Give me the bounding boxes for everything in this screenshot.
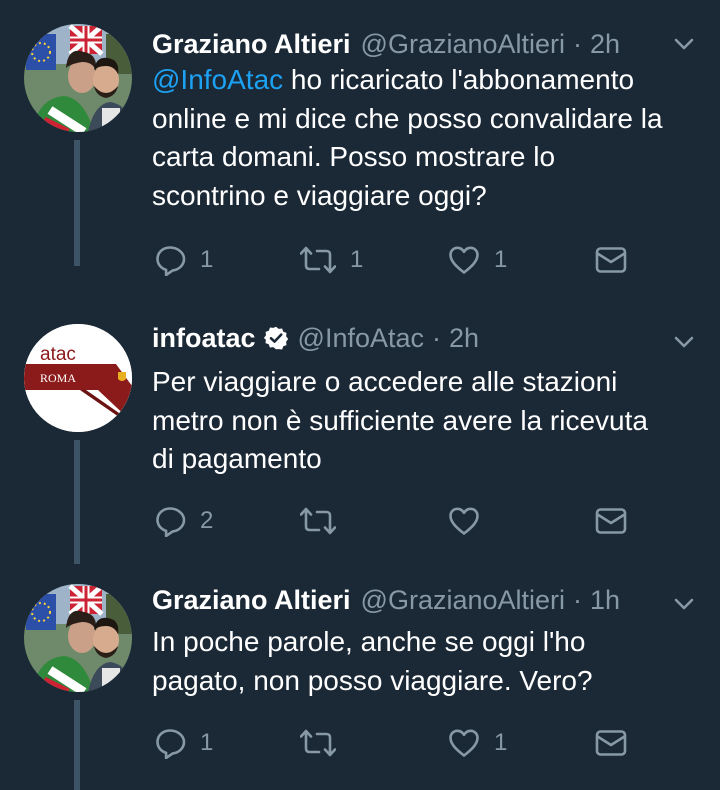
message-icon [595,729,627,757]
tweet-text-line: metro non è sufficiente avere la ricevut… [152,404,648,436]
timestamp[interactable]: 2h [449,323,479,354]
message-button[interactable] [595,725,627,761]
thread-line [74,140,80,266]
author-handle[interactable]: @InfoAtac [298,323,424,354]
message-icon [595,246,627,274]
avatar[interactable]: atac ROMA [24,324,132,432]
tweet-header: Graziano Altieri @GrazianoAltieri · 1h [152,580,620,620]
like-button[interactable]: 1 [448,242,507,278]
author-handle[interactable]: @GrazianoAltieri [361,29,565,60]
avatar-image [24,24,132,132]
chevron-down-icon[interactable] [672,330,696,354]
reply-button[interactable]: 1 [154,242,213,278]
thread-line [74,700,80,790]
tweet-text-line: carta domani. Posso mostrare lo [152,141,556,172]
separator: · [432,322,442,353]
reply-count: 2 [200,507,214,534]
tweet-text-line: In poche parole, anche se oggi l'ho [152,626,586,657]
message-button[interactable] [595,503,627,539]
like-button[interactable]: 1 [448,725,507,761]
like-count: 1 [494,729,508,756]
retweet-button[interactable]: 1 [300,242,363,278]
tweet-actions: 1 1 [152,725,642,761]
reply-count: 1 [200,729,214,756]
tweet-text-line: pagato, non posso viaggiare. Vero? [152,664,593,696]
tweet-header: Graziano Altieri @GrazianoAltieri · 2h [152,24,620,64]
message-button[interactable] [595,242,627,278]
author-handle[interactable]: @GrazianoAltieri [361,585,565,616]
chevron-down-icon[interactable] [672,32,696,56]
reply-button[interactable]: 1 [154,725,213,761]
reply-icon [154,505,186,537]
tweet-text-line: online e mi dice che posso convalidare l… [152,102,663,134]
like-button[interactable] [448,503,494,539]
message-icon [595,507,627,535]
tweet-text-line: Per viaggiare o accedere alle stazioni [152,366,618,397]
author-name[interactable]: Graziano Altieri [152,29,351,60]
tweet-header: infoatac @InfoAtac · 2h [152,318,479,358]
thread-line [74,440,80,564]
reply-button[interactable]: 2 [154,503,213,539]
avatar-image [24,584,132,692]
tweet-text-line: di pagamento [152,443,322,474]
retweet-count: 1 [350,246,364,273]
mention-link[interactable]: @InfoAtac [152,64,283,95]
author-name[interactable]: infoatac [152,323,256,354]
tweet-text-segment: ho ricaricato l'abbonamento [283,64,635,95]
reply-icon [154,727,186,759]
timestamp[interactable]: 2h [590,29,620,60]
tweet-text-line: scontrino e viaggiare oggi? [152,179,487,211]
chevron-down-icon[interactable] [672,592,696,616]
tweet-actions: 2 [152,503,642,539]
separator: · [573,584,583,615]
tweet-text: In poche parole, anche se oggi l'ho paga… [152,623,712,700]
atac-logo-subtext: ROMA [40,371,76,385]
like-icon [448,506,480,536]
atac-logo: atac ROMA [24,324,132,432]
retweet-button[interactable] [300,725,350,761]
tweet-text: @InfoAtac ho ricaricato l'abbonamento on… [152,61,712,215]
reply-icon [154,244,186,276]
retweet-icon [300,727,336,759]
timestamp[interactable]: 1h [590,585,620,616]
author-name[interactable]: Graziano Altieri [152,585,351,616]
avatar[interactable] [24,584,132,692]
like-icon [448,245,480,275]
atac-logo-text: atac [40,344,76,365]
tweet-text-line: @InfoAtac ho ricaricato l'abbonamento [152,61,712,100]
verified-badge-icon [264,326,288,350]
separator: · [573,28,583,59]
tweet-text: Per viaggiare o accedere alle stazioni m… [152,363,712,479]
like-count: 1 [494,246,508,273]
retweet-icon [300,244,336,276]
retweet-icon [300,505,336,537]
avatar[interactable] [24,24,132,132]
like-icon [448,728,480,758]
tweet-actions: 1 1 1 [152,242,642,278]
retweet-button[interactable] [300,503,350,539]
reply-count: 1 [200,246,214,273]
